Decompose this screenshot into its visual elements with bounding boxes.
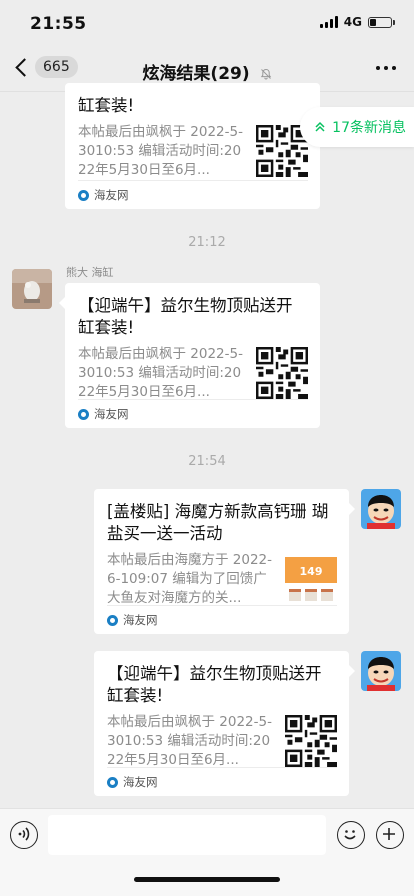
avatar-image bbox=[12, 269, 52, 309]
chat-title-text: 炫海结果(29) bbox=[142, 64, 250, 84]
timestamp: 21:12 bbox=[188, 235, 226, 250]
sender-avatar[interactable] bbox=[12, 269, 52, 309]
new-messages-button[interactable]: 17条新消息 bbox=[300, 107, 414, 147]
home-indicator bbox=[134, 877, 280, 882]
more-options-button[interactable] bbox=[376, 66, 396, 70]
timestamp: 21:54 bbox=[188, 454, 226, 469]
voice-input-button[interactable] bbox=[10, 821, 38, 849]
network-type: 4G bbox=[343, 15, 362, 29]
card-title: [盖楼贴] 海魔方新款高钙珊 瑚盐买一送一活动 bbox=[107, 502, 329, 543]
battery-level bbox=[370, 18, 376, 26]
link-card[interactable]: 缸套装! 本帖最后由飒枫于 2022-5-3010:53 编辑活动时间:2022… bbox=[65, 83, 320, 209]
card-title: 缸套装! bbox=[78, 96, 135, 115]
new-messages-label: 17条新消息 bbox=[332, 120, 406, 136]
link-card[interactable]: 【迎端午】益尔生物顶贴送开缸套装! 本帖最后由飒枫于 2022-5-3010:5… bbox=[94, 651, 355, 796]
card-source: 海友网 bbox=[123, 775, 158, 789]
card-footer: 海友网 bbox=[78, 399, 308, 428]
chat-title: 炫海结果(29) bbox=[0, 59, 414, 84]
plus-icon bbox=[383, 828, 395, 840]
product-price: 149 bbox=[300, 565, 323, 578]
status-icons: 4G bbox=[319, 15, 395, 29]
emoji-icon bbox=[344, 830, 356, 840]
link-card[interactable]: [盖楼贴] 海魔方新款高钙珊 瑚盐买一送一活动 本帖最后由海魔方于 2022-6… bbox=[94, 489, 355, 634]
card-footer: 海友网 bbox=[78, 180, 308, 209]
avatar-image bbox=[361, 489, 401, 529]
mute-bell-icon bbox=[260, 68, 271, 80]
card-description: 本帖最后由飒枫于 2022-5-3010:53 编辑活动时间:2022年5月30… bbox=[107, 714, 272, 768]
voice-icon bbox=[18, 827, 30, 841]
more-functions-button[interactable] bbox=[376, 821, 404, 849]
signal-icon bbox=[319, 16, 338, 28]
source-logo-icon bbox=[78, 408, 89, 420]
status-bar: 21:55 4G bbox=[0, 0, 414, 48]
source-logo-icon bbox=[78, 189, 89, 201]
card-description: 本帖最后由海魔方于 2022-6-109:07 编辑为了回馈广大鱼友对海魔方的关… bbox=[107, 552, 273, 606]
input-bar bbox=[0, 808, 414, 896]
link-card[interactable]: 【迎端午】益尔生物顶贴送开缸套装! 本帖最后由飒枫于 2022-5-3010:5… bbox=[59, 283, 320, 428]
sender-name: 熊大 海缸 bbox=[66, 266, 114, 279]
double-chevron-up-icon bbox=[315, 121, 325, 132]
card-source: 海友网 bbox=[94, 188, 129, 202]
my-avatar[interactable] bbox=[361, 651, 401, 691]
source-logo-icon bbox=[107, 776, 118, 788]
battery-icon bbox=[368, 16, 395, 28]
card-description: 本帖最后由飒枫于 2022-5-3010:53 编辑活动时间:2022年5月30… bbox=[78, 124, 243, 178]
card-description: 本帖最后由飒枫于 2022-5-3010:53 编辑活动时间:2022年5月30… bbox=[78, 346, 243, 400]
card-title: 【迎端午】益尔生物顶贴送开缸套装! bbox=[107, 664, 322, 705]
qr-code-thumbnail bbox=[285, 715, 337, 767]
emoji-button[interactable] bbox=[337, 821, 365, 849]
card-footer: 海友网 bbox=[107, 605, 337, 634]
card-title: 【迎端午】益尔生物顶贴送开缸套装! bbox=[78, 296, 293, 337]
card-footer: 海友网 bbox=[107, 767, 337, 796]
qr-code-thumbnail bbox=[256, 347, 308, 399]
source-logo-icon bbox=[107, 614, 118, 626]
product-thumbnail: 149 bbox=[285, 553, 337, 605]
message-input[interactable] bbox=[48, 815, 326, 855]
card-source: 海友网 bbox=[94, 407, 129, 421]
status-time: 21:55 bbox=[30, 14, 87, 34]
my-avatar[interactable] bbox=[361, 489, 401, 529]
avatar-image bbox=[361, 651, 401, 691]
card-source: 海友网 bbox=[123, 613, 158, 627]
